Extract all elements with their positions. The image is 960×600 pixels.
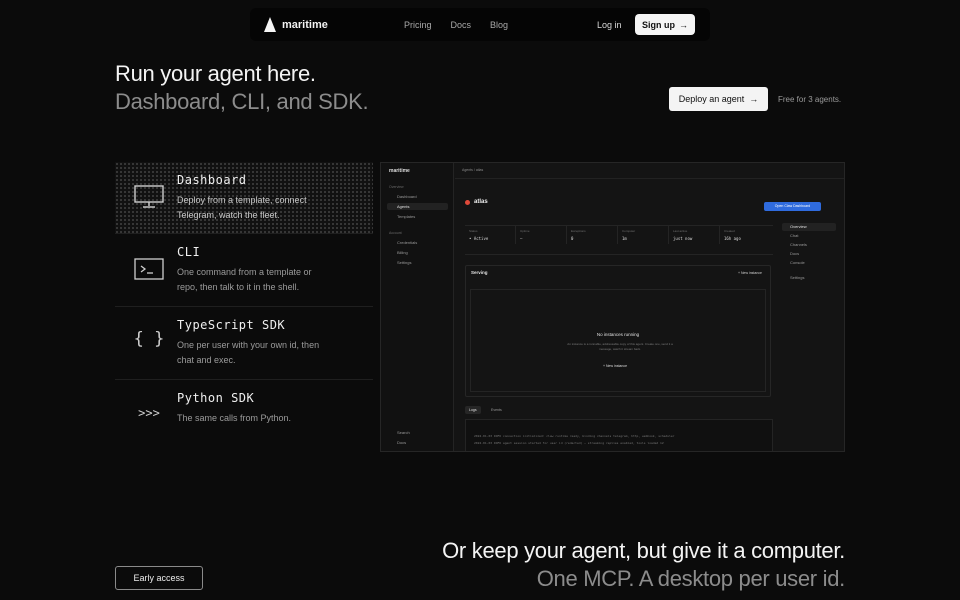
- early-access-button[interactable]: Early access: [115, 566, 203, 590]
- preview-nav-agents: Agents: [387, 203, 448, 210]
- login-link[interactable]: Log in: [597, 20, 622, 30]
- section-line-1: Or keep your agent, but give it a comput…: [442, 538, 845, 563]
- terminal-icon: [133, 256, 165, 282]
- stat: Uptime —: [516, 226, 567, 244]
- option-typescript-sdk[interactable]: { } TypeScript SDK One per user with you…: [115, 307, 373, 380]
- stat-value: 1m: [622, 236, 627, 241]
- stat-value: • Active: [469, 236, 489, 241]
- preview-agent-name: atlas: [474, 199, 488, 205]
- braces-icon: { }: [133, 329, 165, 349]
- option-desc: One command from a template or repo, the…: [177, 267, 312, 292]
- interface-options: Dashboard Deploy from a template, connec…: [115, 162, 373, 453]
- preview-section-label: Overview: [389, 185, 404, 189]
- signup-button[interactable]: Sign up →: [635, 14, 695, 35]
- preview-nav-search: Search: [397, 430, 410, 435]
- section-heading: Or keep your agent, but give it a comput…: [442, 537, 845, 593]
- stat-value: just now: [673, 236, 693, 241]
- stat-key: Created: [724, 229, 735, 233]
- no-instances-desc: An instance is a runnable, addressable c…: [567, 342, 673, 351]
- no-instances-title: No instances running: [596, 332, 640, 337]
- top-nav: maritime Pricing Docs Blog Log in Sign u…: [250, 8, 710, 41]
- arrow-right-icon: →: [679, 19, 688, 30]
- serving-new-instance: + New instance: [737, 271, 762, 275]
- status-dot-icon: [465, 199, 470, 205]
- serving-title: Serving: [471, 270, 488, 275]
- logo-icon: [264, 17, 276, 32]
- hero-heading: Run your agent here. Dashboard, CLI, and…: [115, 60, 369, 116]
- stat-value: 0: [571, 236, 574, 241]
- option-desc: Deploy from a template, connect Telegram…: [177, 195, 307, 220]
- option-desc: The same calls from Python.: [177, 413, 292, 423]
- section-line-2: One MCP. A desktop per user id.: [536, 566, 846, 591]
- preview-nav-settings: Settings: [397, 260, 412, 265]
- log-line: 2024-01-03 INFO connection initialized: …: [474, 434, 675, 438]
- preview-nav-docs: Docs: [397, 440, 407, 445]
- option-desc: One per user with your own id, then chat…: [177, 340, 320, 365]
- preview-main: Agents / atlas atlas Open Claw Dashboard…: [455, 163, 844, 451]
- preview-tab-chat: Chat: [790, 233, 799, 238]
- hero-line-2: Dashboard, CLI, and SDK.: [115, 89, 369, 114]
- brand[interactable]: maritime: [264, 17, 328, 32]
- preview-open-button: Open Claw Dashboard: [764, 202, 821, 211]
- preview-agent-header: atlas: [465, 199, 488, 205]
- deploy-label: Deploy an agent: [678, 94, 745, 104]
- logs-tab: Logs: [465, 406, 481, 414]
- preview-tab-overview: Overview: [782, 223, 836, 231]
- preview-stats: Status • Active Uptime — Exceptions 0 Compu…: [465, 225, 773, 255]
- stat-value: —: [520, 236, 523, 241]
- stat-key: Last active: [673, 229, 688, 233]
- preview-tab-settings: Settings: [790, 275, 805, 280]
- stat-key: Uptime: [520, 229, 530, 233]
- dashboard-preview: maritime Overview Dashboard Agents Templ…: [380, 162, 845, 452]
- new-instance-button: + New instance: [603, 364, 628, 368]
- preview-serving-panel: Serving + New instance No instances runn…: [465, 265, 771, 397]
- option-title: CLI: [177, 245, 201, 259]
- stat-key: Exceptions: [571, 229, 586, 233]
- preview-nav-billing: Billing: [397, 250, 408, 255]
- preview-sidebar: maritime Overview Dashboard Agents Templ…: [381, 163, 454, 451]
- serving-empty-state: No instances running An instance is a ru…: [470, 289, 766, 392]
- nav-link-pricing[interactable]: Pricing: [404, 20, 432, 30]
- pricing-note: Free for 3 agents.: [778, 95, 842, 104]
- deploy-agent-button[interactable]: Deploy an agent →: [669, 87, 768, 111]
- nav-link-docs[interactable]: Docs: [451, 20, 472, 30]
- preview-tab-docs: Docs: [790, 251, 800, 256]
- stat-key: Computer: [622, 229, 636, 233]
- monitor-icon: [133, 184, 165, 210]
- preview-tab-console: Console: [790, 260, 805, 265]
- stat-key: Status: [469, 229, 478, 233]
- python-prompt-icon: >>>: [138, 406, 160, 420]
- preview-logs: Logs Events 2024-01-03 INFO connection i…: [465, 406, 773, 451]
- stat: Created 16h ago: [720, 226, 773, 244]
- nav-links: Pricing Docs Blog: [404, 20, 508, 30]
- preview-nav-templates: Templates: [397, 214, 416, 219]
- preview-breadcrumb: Agents / atlas: [455, 163, 844, 179]
- stat: Computer 1m: [618, 226, 669, 244]
- preview-right-nav: Overview Chat Channels Docs Console Sett…: [782, 223, 836, 283]
- preview-brand: maritime: [389, 168, 410, 174]
- stat: Exceptions 0: [567, 226, 618, 244]
- stat-value: 16h ago: [724, 236, 741, 241]
- option-title: TypeScript SDK: [177, 318, 286, 332]
- preview-nav-dashboard: Dashboard: [397, 194, 417, 199]
- brand-name: maritime: [282, 18, 328, 31]
- log-line: 2024-01-03 INFO agent session started fo…: [474, 441, 664, 445]
- option-python-sdk[interactable]: >>> Python SDK The same calls from Pytho…: [115, 380, 373, 453]
- page: maritime Pricing Docs Blog Log in Sign u…: [0, 0, 960, 600]
- signup-label: Sign up: [642, 19, 675, 30]
- hero-line-1: Run your agent here.: [115, 61, 316, 86]
- arrow-right-icon: →: [749, 94, 759, 104]
- option-title: Python SDK: [177, 391, 255, 405]
- option-cli[interactable]: CLI One command from a template or repo,…: [115, 234, 373, 307]
- log-output: 2024-01-03 INFO connection initialized: …: [465, 419, 773, 451]
- option-title: Dashboard: [177, 173, 247, 187]
- stat: Last active just now: [669, 226, 720, 244]
- preview-section-label: Account: [389, 231, 402, 235]
- events-tab: Events: [491, 408, 502, 412]
- option-dashboard[interactable]: Dashboard Deploy from a template, connec…: [115, 162, 373, 234]
- stat: Status • Active: [465, 226, 516, 244]
- nav-link-blog[interactable]: Blog: [490, 20, 508, 30]
- preview-nav-credentials: Credentials: [397, 240, 418, 245]
- preview-tab-channels: Channels: [790, 242, 807, 247]
